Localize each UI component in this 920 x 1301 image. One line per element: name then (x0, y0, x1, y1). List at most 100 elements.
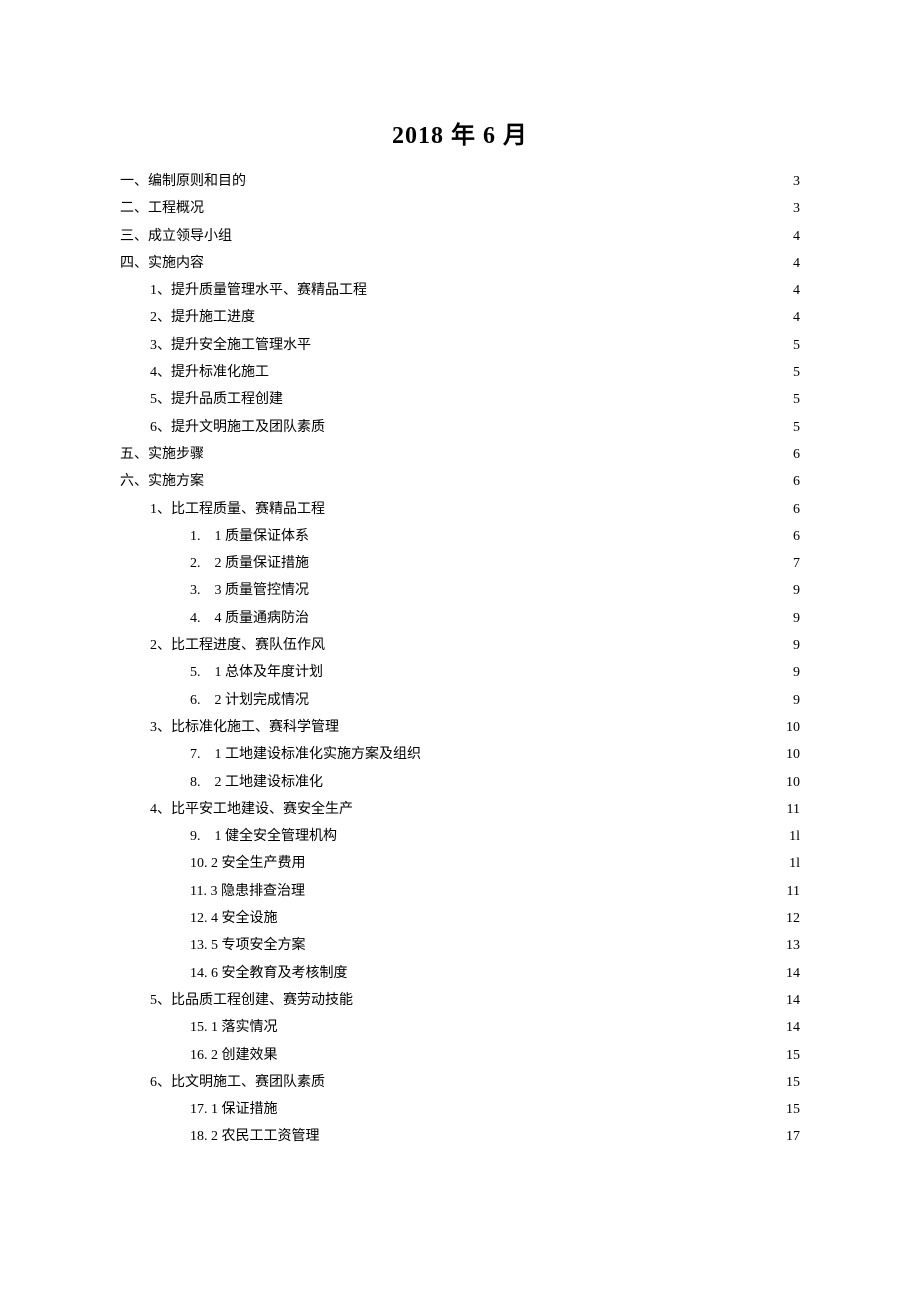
toc-entry-page: 9 (793, 659, 800, 686)
toc-entry-label: 3、比标准化施工、赛科学管理 (150, 714, 339, 741)
toc-entry-label: 6、提升文明施工及团队素质 (150, 414, 325, 441)
toc-entry: 4、比平安工地建设、赛安全生产 11 (120, 796, 800, 823)
toc-entry-label: 13. 5 专项安全方案 (190, 932, 306, 959)
toc-entry-label: 四、实施内容 (120, 250, 204, 277)
toc-entry: 4、提升标准化施工 5 (120, 359, 800, 386)
toc-entry-page: 7 (793, 550, 800, 577)
toc-entry-label: 15. 1 落实情况 (190, 1014, 278, 1041)
document-page: 2018 年 6 月 一、编制原则和目的3二、工程概况3三、成立领导小组4四、实… (120, 115, 800, 1151)
toc-entry: 6、比文明施工、赛团队素质 15 (120, 1069, 800, 1096)
toc-entry-label: 4、比平安工地建设、赛安全生产 (150, 796, 353, 823)
toc-entry-page: 6 (793, 441, 800, 468)
toc-entry-label: 4. 4 质量通病防治 (190, 605, 309, 632)
toc-entry-page: 4 (793, 277, 800, 304)
toc-entry-label: 一、编制原则和目的 (120, 168, 246, 195)
toc-entry-label: 8. 2 工地建设标准化 (190, 769, 323, 796)
toc-entry: 一、编制原则和目的 3 (120, 168, 800, 195)
toc-entry-page: 13 (786, 932, 800, 959)
toc-entry: 1、比工程质量、赛精品工程 6 (120, 496, 800, 523)
toc-entry: 17. 1 保证措施 15 (120, 1096, 800, 1123)
toc-entry-label: 16. 2 创建效果 (190, 1042, 278, 1069)
toc-entry: 5. 1 总体及年度计划 9 (120, 659, 800, 686)
toc-entry-label: 三、成立领导小组 (120, 223, 232, 250)
toc-entry: 3、比标准化施工、赛科学管理 10 (120, 714, 800, 741)
toc-entry-page: 15 (786, 1069, 800, 1096)
toc-entry: 13. 5 专项安全方案 13 (120, 932, 800, 959)
toc-entry-page: 14 (786, 1014, 800, 1041)
toc-entry: 14. 6 安全教育及考核制度 14 (120, 960, 800, 987)
toc-entry: 3、提升安全施工管理水平5 (120, 332, 800, 359)
toc-entry-label: 2、比工程进度、赛队伍作风 (150, 632, 325, 659)
toc-entry: 五、实施步骤6 (120, 441, 800, 468)
toc-entry-page: 5 (793, 386, 800, 413)
toc-entry-page: 10 (786, 714, 800, 741)
toc-entry-label: 4、提升标准化施工 (150, 359, 269, 386)
toc-entry: 1. 1 质量保证体系6 (120, 523, 800, 550)
toc-entry-label: 3. 3 质量管控情况 (190, 577, 309, 604)
toc-entry-page: 6 (793, 523, 800, 550)
toc-entry-label: 6、比文明施工、赛团队素质 (150, 1069, 325, 1096)
toc-entry-page: 4 (793, 250, 800, 277)
toc-entry-page: 1l (789, 850, 800, 877)
toc-entry: 2、提升施工进度4 (120, 304, 800, 331)
toc-entry-page: 11 (787, 878, 800, 905)
toc-entry: 5、比品质工程创建、赛劳动技能 14 (120, 987, 800, 1014)
toc-entry: 6、提升文明施工及团队素质 5 (120, 414, 800, 441)
toc-entry-page: 12 (786, 905, 800, 932)
toc-entry-page: 6 (793, 468, 800, 495)
toc-entry-page: 9 (793, 577, 800, 604)
toc-entry-page: 3 (793, 195, 800, 222)
toc-entry-label: 5、提升品质工程创建 (150, 386, 283, 413)
toc-entry-label: 2. 2 质量保证措施 (190, 550, 309, 577)
toc-entry-label: 17. 1 保证措施 (190, 1096, 278, 1123)
toc-entry: 2. 2 质量保证措施 7 (120, 550, 800, 577)
toc-entry: 10. 2 安全生产费用 1l (120, 850, 800, 877)
toc-entry-label: 12. 4 安全设施 (190, 905, 278, 932)
toc-entry-label: 14. 6 安全教育及考核制度 (190, 960, 348, 987)
toc-entry-page: 15 (786, 1042, 800, 1069)
toc-entry: 18. 2 农民工工资管理17 (120, 1123, 800, 1150)
toc-entry-page: 9 (793, 687, 800, 714)
toc-entry-label: 二、工程概况 (120, 195, 204, 222)
toc-entry: 3. 3 质量管控情况 9 (120, 577, 800, 604)
toc-entry-label: 六、实施方案 (120, 468, 204, 495)
toc-entry: 16. 2 创建效果 15 (120, 1042, 800, 1069)
toc-entry-page: 5 (793, 414, 800, 441)
toc-entry-page: 17 (786, 1123, 800, 1150)
toc-entry: 2、比工程进度、赛队伍作风 9 (120, 632, 800, 659)
toc-entry: 12. 4 安全设施 12 (120, 905, 800, 932)
toc-entry: 15. 1 落实情况 14 (120, 1014, 800, 1041)
toc-entry-label: 1、提升质量管理水平、赛精品工程 (150, 277, 367, 304)
toc-entry-page: 15 (786, 1096, 800, 1123)
toc-entry-label: 9. 1 健全安全管理机构 (190, 823, 337, 850)
toc-entry-label: 5、比品质工程创建、赛劳动技能 (150, 987, 353, 1014)
toc-entry: 9. 1 健全安全管理机构 1l (120, 823, 800, 850)
toc-entry-label: 5. 1 总体及年度计划 (190, 659, 323, 686)
table-of-contents: 一、编制原则和目的3二、工程概况3三、成立领导小组4四、实施内容41、提升质量管… (120, 168, 800, 1151)
toc-entry-page: 1l (789, 823, 800, 850)
toc-entry-page: 11 (787, 796, 800, 823)
toc-entry: 二、工程概况 3 (120, 195, 800, 222)
toc-entry: 8. 2 工地建设标准化 10 (120, 769, 800, 796)
toc-entry-page: 10 (786, 741, 800, 768)
toc-entry: 1、提升质量管理水平、赛精品工程 4 (120, 277, 800, 304)
toc-entry-page: 9 (793, 632, 800, 659)
toc-entry: 5、提升品质工程创建 5 (120, 386, 800, 413)
toc-entry-page: 9 (793, 605, 800, 632)
toc-entry-page: 14 (786, 987, 800, 1014)
page-title: 2018 年 6 月 (120, 115, 800, 150)
toc-entry-label: 1、比工程质量、赛精品工程 (150, 496, 325, 523)
toc-entry-page: 3 (793, 168, 800, 195)
toc-entry-page: 6 (793, 496, 800, 523)
toc-entry-label: 6. 2 计划完成情况 (190, 687, 309, 714)
toc-entry-label: 3、提升安全施工管理水平 (150, 332, 311, 359)
toc-entry-page: 4 (793, 304, 800, 331)
toc-entry-page: 14 (786, 960, 800, 987)
toc-entry: 7. 1 工地建设标准化实施方案及组织 10 (120, 741, 800, 768)
toc-entry-page: 5 (793, 359, 800, 386)
toc-entry-label: 7. 1 工地建设标准化实施方案及组织 (190, 741, 421, 768)
toc-entry-page: 10 (786, 769, 800, 796)
toc-entry-label: 10. 2 安全生产费用 (190, 850, 306, 877)
toc-entry: 四、实施内容 4 (120, 250, 800, 277)
toc-entry: 六、实施方案 6 (120, 468, 800, 495)
